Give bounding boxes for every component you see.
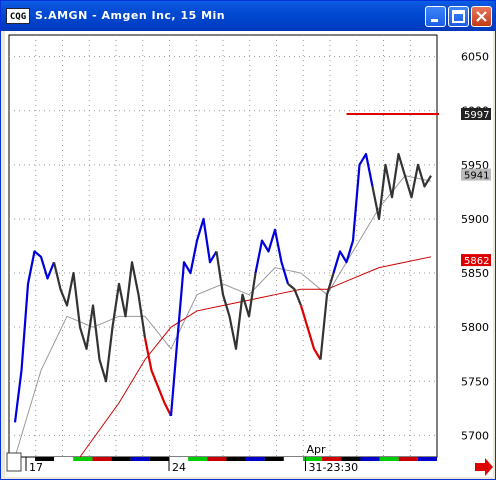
y-tick-label: 5900 bbox=[461, 213, 489, 226]
time-strip-segment bbox=[245, 457, 265, 461]
x-tick-label: 17 bbox=[29, 461, 43, 474]
time-strip-segment bbox=[111, 457, 131, 461]
y-tick-label: 5750 bbox=[461, 375, 489, 388]
minimize-icon bbox=[431, 19, 438, 22]
time-strip-segment bbox=[398, 457, 418, 461]
time-strip-segment bbox=[264, 457, 284, 461]
x-annotation-apr: Apr bbox=[307, 443, 327, 456]
cqg-app-icon[interactable]: CQG bbox=[6, 8, 30, 24]
x-tick-label: 31-23:30 bbox=[309, 461, 359, 474]
scroll-right-arrow-icon[interactable] bbox=[475, 458, 493, 476]
time-strip-segment bbox=[188, 457, 208, 461]
price-tag-label: 5862 bbox=[464, 256, 489, 267]
minimize-button[interactable] bbox=[425, 6, 446, 27]
time-strip-segment bbox=[283, 457, 303, 461]
time-strip-segment bbox=[207, 457, 227, 461]
time-strip-segment bbox=[73, 457, 93, 461]
close-button[interactable] bbox=[471, 6, 492, 27]
y-tick-label: 5800 bbox=[461, 321, 489, 334]
y-tick-label: 5700 bbox=[461, 429, 489, 442]
time-strip-segment bbox=[149, 457, 169, 461]
time-strip-segment bbox=[417, 457, 437, 461]
window-title: S.AMGN - Amgen Inc, 15 Min bbox=[35, 9, 226, 22]
price-chart[interactable]: 5700575058005850590059506000605059975941… bbox=[5, 31, 493, 477]
time-strip-segment bbox=[54, 457, 74, 461]
time-strip-segment bbox=[379, 457, 399, 461]
close-icon bbox=[476, 11, 487, 22]
time-strip-segment bbox=[226, 457, 246, 461]
scroll-box[interactable] bbox=[6, 452, 22, 472]
y-tick-label: 6050 bbox=[461, 51, 489, 64]
time-strip-segment bbox=[92, 457, 112, 461]
x-tick-label: 24 bbox=[172, 461, 186, 474]
chart-window: CQG S.AMGN - Amgen Inc, 15 Min 5700 5750 5… bbox=[0, 0, 496, 480]
y-tick-label: 5850 bbox=[461, 267, 489, 280]
chart-area[interactable]: 5700575058005850590059506000605059975941… bbox=[5, 31, 493, 477]
time-strip-segment bbox=[130, 457, 150, 461]
price-tag-label: 5941 bbox=[464, 171, 489, 182]
maximize-button[interactable] bbox=[448, 6, 469, 27]
price-tag-label: 5997 bbox=[464, 110, 489, 121]
maximize-icon bbox=[452, 10, 465, 23]
time-strip-segment bbox=[360, 457, 380, 461]
title-bar[interactable]: CQG S.AMGN - Amgen Inc, 15 Min bbox=[1, 1, 495, 31]
